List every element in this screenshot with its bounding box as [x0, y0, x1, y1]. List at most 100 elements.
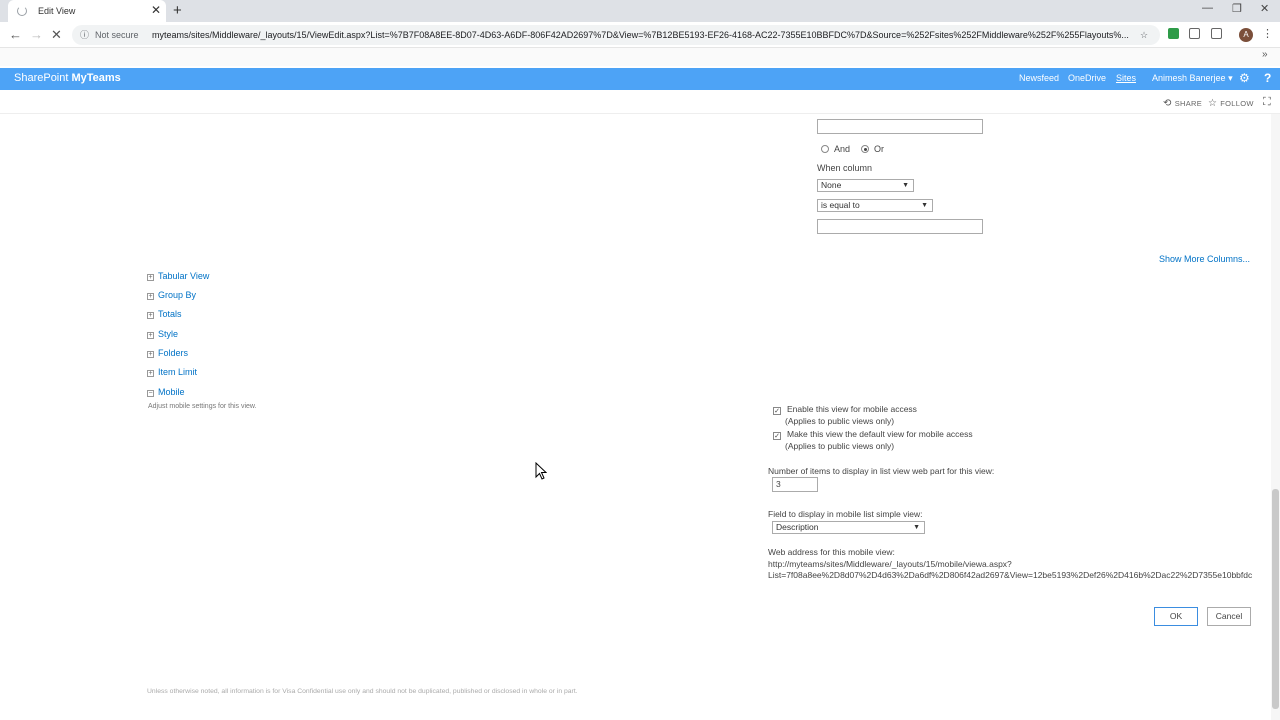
brand-logo[interactable]: SharePoint MyTeams [14, 72, 121, 84]
suite-bar: SharePoint MyTeams Newsfeed OneDrive Sit… [0, 68, 1280, 90]
section-mobile[interactable]: − Mobile [147, 387, 185, 397]
suite-link-sites[interactable]: Sites [1116, 73, 1136, 83]
section-label: Group By [158, 290, 197, 300]
chevron-down-icon: ▾ [1228, 73, 1233, 83]
address-bar-row: ← → ✕ ⓘ Not secure myteams/sites/Middlew… [0, 22, 1280, 48]
chevron-down-icon: ▼ [921, 202, 928, 209]
focus-mode-icon[interactable]: ⛶ [1263, 96, 1271, 109]
items-count-input[interactable]: 3 [772, 477, 818, 492]
chevron-down-icon: ▼ [902, 182, 909, 189]
profile-avatar[interactable]: A [1239, 28, 1253, 42]
operator-select-value: is equal to [821, 200, 860, 210]
and-label: And [834, 144, 851, 154]
follow-label: FOLLOW [1220, 99, 1254, 108]
web-address-line-2: List=7f08a8ee%2D8d07%2D4d63%2Da6df%2D806… [768, 570, 1252, 580]
close-window-icon[interactable]: ✕ [1260, 2, 1269, 15]
section-label: Item Limit [158, 367, 198, 377]
section-totals[interactable]: + Totals [147, 309, 182, 319]
section-label: Style [158, 329, 179, 339]
star-icon: ☆ [1208, 98, 1218, 109]
section-item-limit[interactable]: + Item Limit [147, 367, 197, 377]
extension-icon[interactable] [1189, 28, 1200, 39]
new-tab-icon[interactable]: + [173, 2, 182, 19]
mobile-description: Adjust mobile settings for this view. [148, 403, 257, 410]
mobile-field-select[interactable]: Description ▼ [772, 521, 925, 534]
browser-tab[interactable]: Edit View ✕ [8, 0, 166, 22]
browser-menu-icon[interactable]: ⋮ [1262, 27, 1273, 40]
enable-mobile-label: Enable this view for mobile access [787, 404, 917, 414]
enable-mobile-checkbox[interactable]: ✓ Enable this view for mobile access [773, 404, 917, 415]
restore-icon[interactable]: ❐ [1232, 2, 1242, 15]
chevron-down-icon: ▼ [913, 524, 920, 531]
default-mobile-note: (Applies to public views only) [785, 441, 895, 451]
page-scrollbar[interactable] [1271, 114, 1280, 720]
section-label: Folders [158, 348, 189, 358]
expand-icon: + [147, 312, 154, 319]
or-radio[interactable]: Or [861, 144, 884, 154]
minimize-icon[interactable]: — [1202, 2, 1213, 14]
user-menu[interactable]: Animesh Banerjee ▾ [1152, 73, 1233, 84]
not-secure-label: Not secure [95, 30, 139, 40]
items-count-label: Number of items to display in list view … [768, 466, 995, 476]
expand-icon: + [147, 370, 154, 377]
section-label: Tabular View [158, 271, 210, 281]
web-address-line-1: http://myteams/sites/Middleware/_layouts… [768, 559, 1012, 569]
column-select[interactable]: None ▼ [817, 179, 914, 192]
forward-icon[interactable]: → [30, 27, 43, 42]
section-label: Mobile [158, 387, 185, 397]
brand-name: MyTeams [71, 72, 121, 84]
close-tab-icon[interactable]: ✕ [151, 3, 161, 17]
show-more-columns-link[interactable]: Show More Columns... [1159, 254, 1250, 264]
page-actions-row: ⟲ SHARE ☆ FOLLOW ⛶ [0, 92, 1280, 114]
cancel-button[interactable]: Cancel [1207, 607, 1251, 626]
tab-title: Edit View [38, 6, 76, 16]
default-mobile-label: Make this view the default view for mobi… [787, 429, 973, 439]
section-group-by[interactable]: + Group By [147, 290, 196, 300]
scrollbar-thumb[interactable] [1272, 489, 1279, 709]
extension-icon[interactable] [1211, 28, 1222, 39]
expand-icon: + [147, 351, 154, 358]
default-mobile-checkbox[interactable]: ✓ Make this view the default view for mob… [773, 429, 973, 440]
mobile-field-value: Description [776, 522, 819, 532]
bookmarks-overflow-icon[interactable]: » [1262, 49, 1268, 60]
share-button[interactable]: ⟲ SHARE [1163, 98, 1202, 109]
expand-icon: + [147, 293, 154, 300]
follow-button[interactable]: ☆ FOLLOW [1208, 98, 1254, 109]
section-tabular-view[interactable]: + Tabular View [147, 271, 209, 281]
gear-icon[interactable]: ⚙ [1239, 71, 1250, 85]
extension-icon[interactable] [1168, 28, 1179, 39]
filter-value-input[interactable] [817, 119, 983, 134]
loading-spinner-icon [17, 6, 27, 16]
section-style[interactable]: + Style [147, 329, 178, 339]
expand-icon: + [147, 274, 154, 281]
stop-icon[interactable]: ✕ [51, 27, 62, 43]
back-icon[interactable]: ← [9, 27, 22, 42]
web-address-label: Web address for this mobile view: [768, 547, 895, 557]
column-select-value: None [821, 180, 842, 190]
checkbox-checked-icon: ✓ [773, 432, 781, 440]
bookmark-star-icon[interactable]: ☆ [1140, 25, 1148, 45]
enable-mobile-note: (Applies to public views only) [785, 416, 895, 426]
ok-button[interactable]: OK [1154, 607, 1198, 626]
when-column-label: When column [817, 163, 873, 173]
suite-link-onedrive[interactable]: OneDrive [1068, 73, 1106, 83]
radio-dot [861, 145, 869, 153]
operator-select[interactable]: is equal to ▼ [817, 199, 933, 212]
confidentiality-footer: Unless otherwise noted, all information … [147, 688, 578, 695]
brand-prefix: SharePoint [14, 72, 72, 84]
collapse-icon: − [147, 390, 154, 397]
url-input[interactable]: ⓘ Not secure myteams/sites/Middleware/_l… [72, 25, 1160, 45]
and-radio[interactable]: And [821, 144, 850, 154]
radio-dot [821, 145, 829, 153]
suite-link-newsfeed[interactable]: Newsfeed [1019, 73, 1059, 83]
share-icon: ⟲ [1163, 98, 1172, 109]
checkbox-checked-icon: ✓ [773, 407, 781, 415]
info-icon[interactable]: ⓘ [80, 25, 89, 45]
url-text: myteams/sites/Middleware/_layouts/15/Vie… [152, 30, 1129, 40]
section-folders[interactable]: + Folders [147, 348, 188, 358]
help-icon[interactable]: ? [1264, 71, 1271, 85]
or-label: Or [874, 144, 884, 154]
field-select-label: Field to display in mobile list simple v… [768, 509, 923, 519]
expand-icon: + [147, 332, 154, 339]
filter-value-input-2[interactable] [817, 219, 983, 234]
